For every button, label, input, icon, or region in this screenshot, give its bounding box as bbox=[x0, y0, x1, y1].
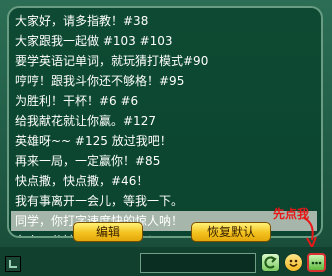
phrase-item[interactable]: 我有事离开一会儿，等我一下。 bbox=[11, 191, 317, 211]
edit-button[interactable]: 编辑 bbox=[73, 222, 143, 242]
phrase-item[interactable]: 大家跟我一起做 #103 #103 bbox=[11, 31, 317, 51]
phrase-item[interactable]: 要学英语记单词，就玩猜打模式#90 bbox=[11, 51, 317, 71]
phrase-item[interactable]: 哼哼！跟我斗你还不够格！#95 bbox=[11, 71, 317, 91]
phrase-item[interactable]: 台上三分钟，台下十年功！ bbox=[11, 231, 317, 236]
phrase-item[interactable]: 再来一局，一定赢你！#85 bbox=[11, 151, 317, 171]
phrase-list-icon[interactable] bbox=[307, 253, 326, 272]
phrase-item[interactable]: 同学，你打字速度快的惊人呐！ bbox=[11, 211, 317, 231]
hint-arrow-icon bbox=[303, 217, 317, 250]
phrase-item[interactable]: 英雄呀~~ #125 放过我吧！ bbox=[11, 131, 317, 151]
phrase-item[interactable]: 大家好，请多指教！#38 bbox=[11, 11, 317, 31]
chat-input[interactable] bbox=[140, 253, 256, 273]
phrase-list-box: 大家好，请多指教！#38 大家跟我一起做 #103 #103 要学英语记单词，就玩猜… bbox=[7, 6, 323, 238]
send-icon[interactable] bbox=[261, 253, 280, 272]
tool-icon[interactable] bbox=[5, 256, 21, 272]
phrase-item[interactable]: 给我献花就让你赢。#127 bbox=[11, 111, 317, 131]
phrase-item[interactable]: 为胜利！干杯！#6 #6 bbox=[11, 91, 317, 111]
emoji-icon[interactable] bbox=[284, 253, 303, 272]
phrase-list: 大家好，请多指教！#38 大家跟我一起做 #103 #103 要学英语记单词，就玩猜… bbox=[11, 11, 317, 236]
phrase-item[interactable]: 快点撒，快点撒，#46！ bbox=[11, 171, 317, 191]
chat-phrase-panel: 大家好，请多指教！#38 大家跟我一起做 #103 #103 要学英语记单词，就玩猜… bbox=[0, 0, 332, 276]
reset-default-button[interactable]: 恢复默认 bbox=[191, 222, 271, 242]
